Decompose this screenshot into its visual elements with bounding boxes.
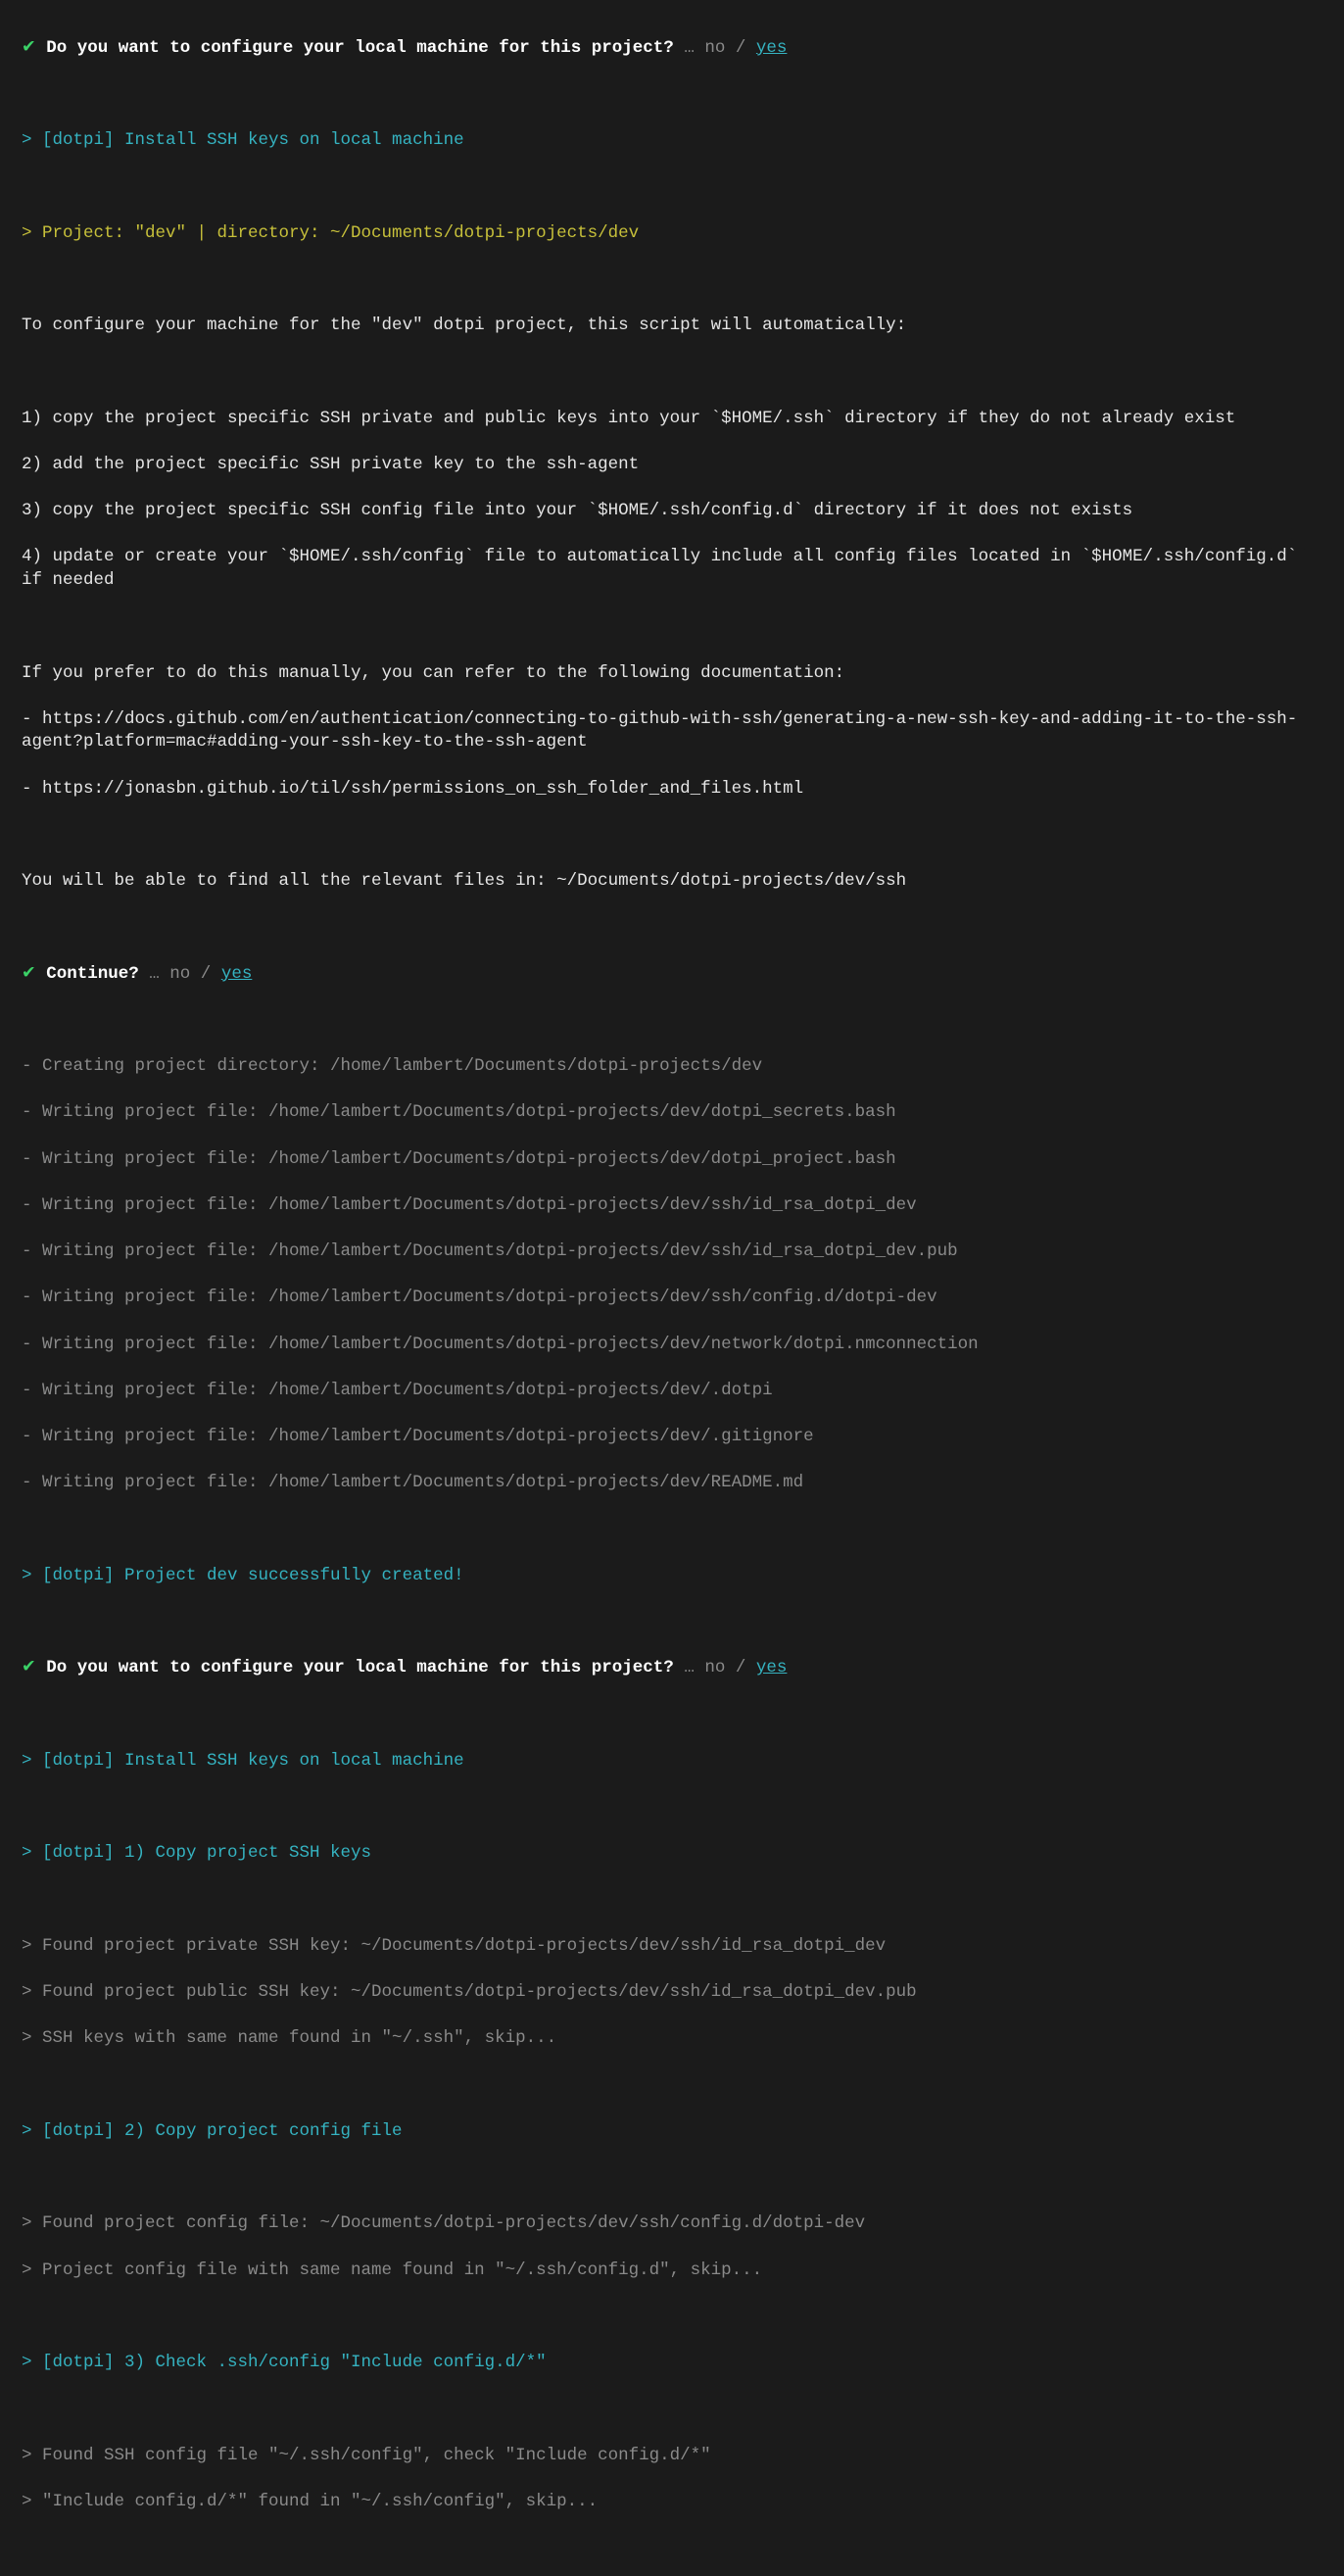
write-line: - Writing project file: /home/lambert/Do… (22, 1240, 1322, 1264)
write-line: - Creating project directory: /home/lamb… (22, 1055, 1322, 1079)
write-line: - Writing project file: /home/lambert/Do… (22, 1472, 1322, 1495)
prompt-question: Do you want to configure your local mach… (46, 1658, 674, 1677)
ellipsis: … (149, 964, 160, 984)
project-created: > [dotpi] Project dev successfully creat… (22, 1565, 1322, 1588)
write-line: - Writing project file: /home/lambert/Do… (22, 1426, 1322, 1449)
check-config-output: > Found SSH config file "~/.ssh/config",… (22, 2445, 1322, 2468)
slash: / (201, 964, 212, 984)
copy-keys-output: > Found project private SSH key: ~/Docum… (22, 1935, 1322, 1959)
copy-config-output: > Found project config file: ~/Documents… (22, 2212, 1322, 2236)
check-config-header: > [dotpi] 3) Check .ssh/config "Include … (22, 2352, 1322, 2375)
write-line: - Writing project file: /home/lambert/Do… (22, 1194, 1322, 1218)
step-4: 4) update or create your `$HOME/.ssh/con… (22, 546, 1322, 592)
prompt-question: Do you want to configure your local mach… (46, 38, 674, 58)
step-2: 2) add the project specific SSH private … (22, 454, 1322, 477)
write-line: - Writing project file: /home/lambert/Do… (22, 1287, 1322, 1310)
copy-keys-output: > Found project public SSH key: ~/Docume… (22, 1981, 1322, 2005)
step-1: 1) copy the project specific SSH private… (22, 408, 1322, 431)
install-ssh-heading-1: > [dotpi] Install SSH keys on local mach… (22, 129, 1322, 153)
check-icon: ✔ (22, 38, 36, 58)
intro-text: To configure your machine for the "dev" … (22, 315, 1322, 338)
check-icon: ✔ (22, 964, 36, 984)
doc-link-2: - https://jonasbn.github.io/til/ssh/perm… (22, 778, 1322, 802)
terminal-output: ✔ Do you want to configure your local ma… (0, 0, 1344, 2576)
write-line: - Writing project file: /home/lambert/Do… (22, 1101, 1322, 1125)
copy-config-header: > [dotpi] 2) Copy project config file (22, 2120, 1322, 2144)
step-3: 3) copy the project specific SSH config … (22, 500, 1322, 523)
answer-yes-link[interactable]: yes (221, 964, 253, 984)
prompt-configure-2: ✔ Do you want to configure your local ma… (22, 1657, 1322, 1680)
copy-keys-header: > [dotpi] 1) Copy project SSH keys (22, 1842, 1322, 1866)
doc-link-1: - https://docs.github.com/en/authenticat… (22, 708, 1322, 754)
prompt-question: Continue? (46, 964, 139, 984)
answer-no: no (704, 38, 725, 58)
answer-yes-link[interactable]: yes (756, 1658, 788, 1677)
copy-config-output: > Project config file with same name fou… (22, 2260, 1322, 2283)
manual-intro: If you prefer to do this manually, you c… (22, 662, 1322, 686)
answer-yes-link[interactable]: yes (756, 38, 788, 58)
check-icon: ✔ (22, 1658, 36, 1677)
slash: / (736, 38, 746, 58)
write-line: - Writing project file: /home/lambert/Do… (22, 1380, 1322, 1403)
project-line: > Project: "dev" | directory: ~/Document… (22, 222, 1322, 246)
copy-keys-output: > SSH keys with same name found in "~/.s… (22, 2027, 1322, 2051)
write-line: - Writing project file: /home/lambert/Do… (22, 1334, 1322, 1357)
prompt-configure-1: ✔ Do you want to configure your local ma… (22, 37, 1322, 61)
answer-no: no (169, 964, 190, 984)
ellipsis: … (684, 1658, 695, 1677)
answer-no: no (704, 1658, 725, 1677)
prompt-continue: ✔ Continue? … no / yes (22, 963, 1322, 987)
install-ssh-heading-2: > [dotpi] Install SSH keys on local mach… (22, 1750, 1322, 1774)
check-config-output: > "Include config.d/*" found in "~/.ssh/… (22, 2491, 1322, 2514)
write-line: - Writing project file: /home/lambert/Do… (22, 1148, 1322, 1172)
slash: / (736, 1658, 746, 1677)
files-note: You will be able to find all the relevan… (22, 870, 1322, 894)
ellipsis: … (684, 38, 695, 58)
